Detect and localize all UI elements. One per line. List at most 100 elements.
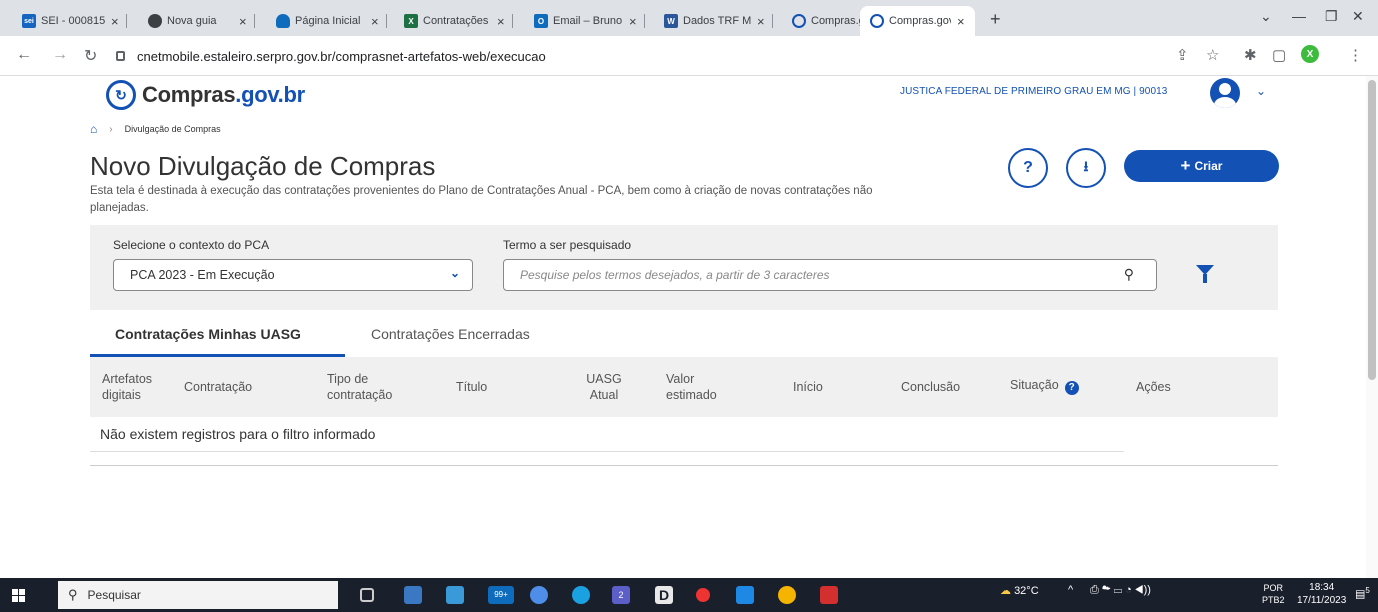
browser-menu-icon[interactable]: ⋮ (1348, 46, 1363, 64)
reload-icon[interactable]: ↻ (84, 46, 97, 66)
chrome-taskbar-icon[interactable] (778, 586, 796, 604)
search-input[interactable]: Pesquise pelos termos desejados, a parti… (503, 259, 1157, 291)
page-description: Esta tela é destinada à execução das con… (90, 185, 873, 214)
close-icon[interactable]: × (111, 14, 119, 29)
mail-icon[interactable]: 99+ (488, 586, 514, 604)
pca-context-select[interactable]: PCA 2023 - Em Execução ⌄ (113, 259, 473, 291)
column-header-inicio[interactable]: Início (793, 379, 823, 395)
organization-label: JUSTICA FEDERAL DE PRIMEIRO GRAU EM MG |… (900, 86, 1168, 97)
tray-icons[interactable]: ⎙ ☁ ▭ ◔ ◀)) (1090, 584, 1151, 597)
taskbar-search-label: Pesquisar (87, 588, 141, 602)
chevron-right-icon: › (109, 123, 113, 135)
extension-badge-icon[interactable]: X (1301, 45, 1319, 63)
tab-search-chevron-icon[interactable]: ⌄ (1260, 8, 1272, 25)
browser-toolbar: ← → ↻ cnetmobile.estaleiro.serpro.gov.br… (0, 36, 1378, 76)
column-header-contratacao[interactable]: Contratação (184, 379, 252, 395)
edge-icon[interactable] (572, 586, 590, 604)
browser-tab-email[interactable]: O Email – Bruno × (526, 6, 645, 36)
bookmark-star-icon[interactable]: ☆ (1206, 46, 1219, 64)
close-icon[interactable]: × (757, 14, 765, 29)
column-header-valor[interactable]: Valor estimado (666, 371, 736, 403)
language-indicator[interactable]: POR PTB2 (1262, 582, 1285, 606)
restore-icon[interactable]: ❐ (1325, 8, 1338, 25)
close-icon[interactable]: × (629, 14, 637, 29)
lock-icon (116, 51, 125, 61)
scrollbar-thumb[interactable] (1368, 80, 1376, 380)
task-view-icon[interactable] (360, 588, 374, 602)
column-header-artefatos[interactable]: Artefatos digitais (102, 371, 172, 403)
column-header-tipo[interactable]: Tipo de contratação (327, 371, 417, 403)
create-button[interactable]: + Criar (1124, 150, 1279, 182)
user-avatar-icon[interactable] (1210, 78, 1240, 108)
onedrive-icon (276, 14, 290, 28)
column-header-conclusao[interactable]: Conclusão (901, 379, 960, 395)
filter-icon[interactable] (1196, 265, 1214, 283)
weather-widget[interactable]: ☁ 32°C (1000, 584, 1039, 597)
browser-tab-word[interactable]: W Dados TRF M × (656, 6, 773, 36)
browser-tab-title: Nova guia (167, 15, 217, 27)
sei-favicon-icon: sei (22, 14, 36, 28)
forward-arrow-icon[interactable]: → (52, 46, 68, 64)
column-header-titulo[interactable]: Título (456, 379, 487, 395)
outlook-icon: O (534, 14, 548, 28)
store-icon[interactable] (446, 586, 464, 604)
search-term-label: Termo a ser pesquisado (503, 238, 632, 252)
notification-icon[interactable]: ▤5 (1355, 586, 1370, 601)
help-button[interactable]: ? (1008, 148, 1048, 188)
system-clock[interactable]: 18:34 17/11/2023 (1297, 581, 1346, 607)
browser-tab-title: SEI - 000815 (41, 15, 105, 27)
share-icon[interactable]: ⇪ (1176, 46, 1189, 64)
create-button-label: Criar (1194, 159, 1223, 173)
close-icon[interactable]: × (239, 14, 247, 29)
chevron-down-icon[interactable]: ⌄ (1256, 84, 1266, 98)
search-icon[interactable]: ⚲ (1124, 266, 1134, 283)
page-title: Novo Divulgação de Compras (90, 151, 436, 181)
logo-text: Compras.gov.br (142, 82, 305, 107)
download-icon: ⭳ (1083, 158, 1089, 174)
network-app-icon[interactable] (736, 586, 754, 604)
compras-logo[interactable]: ↻ Compras.gov.br (106, 80, 305, 110)
row-divider (90, 451, 1124, 452)
copilot-icon[interactable] (530, 586, 548, 604)
window-close-icon[interactable]: ✕ (1352, 8, 1364, 25)
chrome-icon (148, 14, 162, 28)
d-app-icon[interactable]: D (655, 586, 673, 604)
new-tab-button[interactable]: + (990, 9, 1001, 30)
address-bar[interactable]: cnetmobile.estaleiro.serpro.gov.br/compr… (110, 43, 1220, 69)
tray-chevron-icon[interactable]: ^ (1068, 584, 1073, 596)
plus-icon: + (1180, 156, 1191, 175)
compras-favicon-icon (792, 14, 806, 28)
back-arrow-icon[interactable]: ← (16, 46, 32, 64)
home-icon[interactable]: ⌂ (90, 122, 97, 136)
teams-icon[interactable]: 2 (612, 586, 630, 604)
file-explorer-icon[interactable] (404, 586, 422, 604)
close-icon[interactable]: × (497, 14, 505, 29)
pca-context-label: Selecione o contexto do PCA (113, 238, 270, 252)
column-header-situacao[interactable]: Situação? (1010, 377, 1079, 395)
situation-help-icon[interactable]: ? (1064, 381, 1079, 395)
close-icon[interactable]: × (371, 14, 379, 29)
close-icon[interactable]: × (957, 14, 965, 29)
side-panel-icon[interactable]: ▢ (1272, 46, 1286, 64)
acrobat-icon[interactable] (820, 586, 838, 604)
extensions-puzzle-icon[interactable]: ✱ (1244, 46, 1257, 64)
page-scrollbar[interactable] (1366, 76, 1378, 578)
browser-tab-sei[interactable]: sei SEI - 000815 × (14, 6, 127, 36)
tab-encerradas[interactable]: Contratações Encerradas (371, 326, 530, 342)
browser-tab-home[interactable]: Página Inicial × (268, 6, 387, 36)
taskbar-search[interactable]: ⚲ Pesquisar (58, 581, 338, 609)
column-header-uasg[interactable]: UASG Atual (584, 371, 624, 403)
breadcrumb: ⌂ › Divulgação de Compras (90, 122, 221, 136)
browser-tab-excel[interactable]: X Contratações × (396, 6, 513, 36)
tab-minhas-uasg[interactable]: Contratações Minhas UASG (115, 326, 301, 342)
chevron-down-icon: ⌄ (449, 266, 460, 280)
download-button[interactable]: ⭳ (1066, 148, 1106, 188)
g-app-icon[interactable] (696, 588, 710, 602)
compras-logo-icon: ↻ (106, 80, 136, 110)
browser-tab-compras-2[interactable]: Compras.gov × (860, 6, 975, 36)
windows-start-icon[interactable] (12, 589, 25, 602)
minimize-icon[interactable]: — (1292, 8, 1306, 24)
pca-context-value: PCA 2023 - Em Execução (130, 268, 275, 282)
browser-tab-bar: sei SEI - 000815 × Nova guia × Página In… (0, 0, 1378, 36)
browser-tab-new[interactable]: Nova guia × (140, 6, 255, 36)
